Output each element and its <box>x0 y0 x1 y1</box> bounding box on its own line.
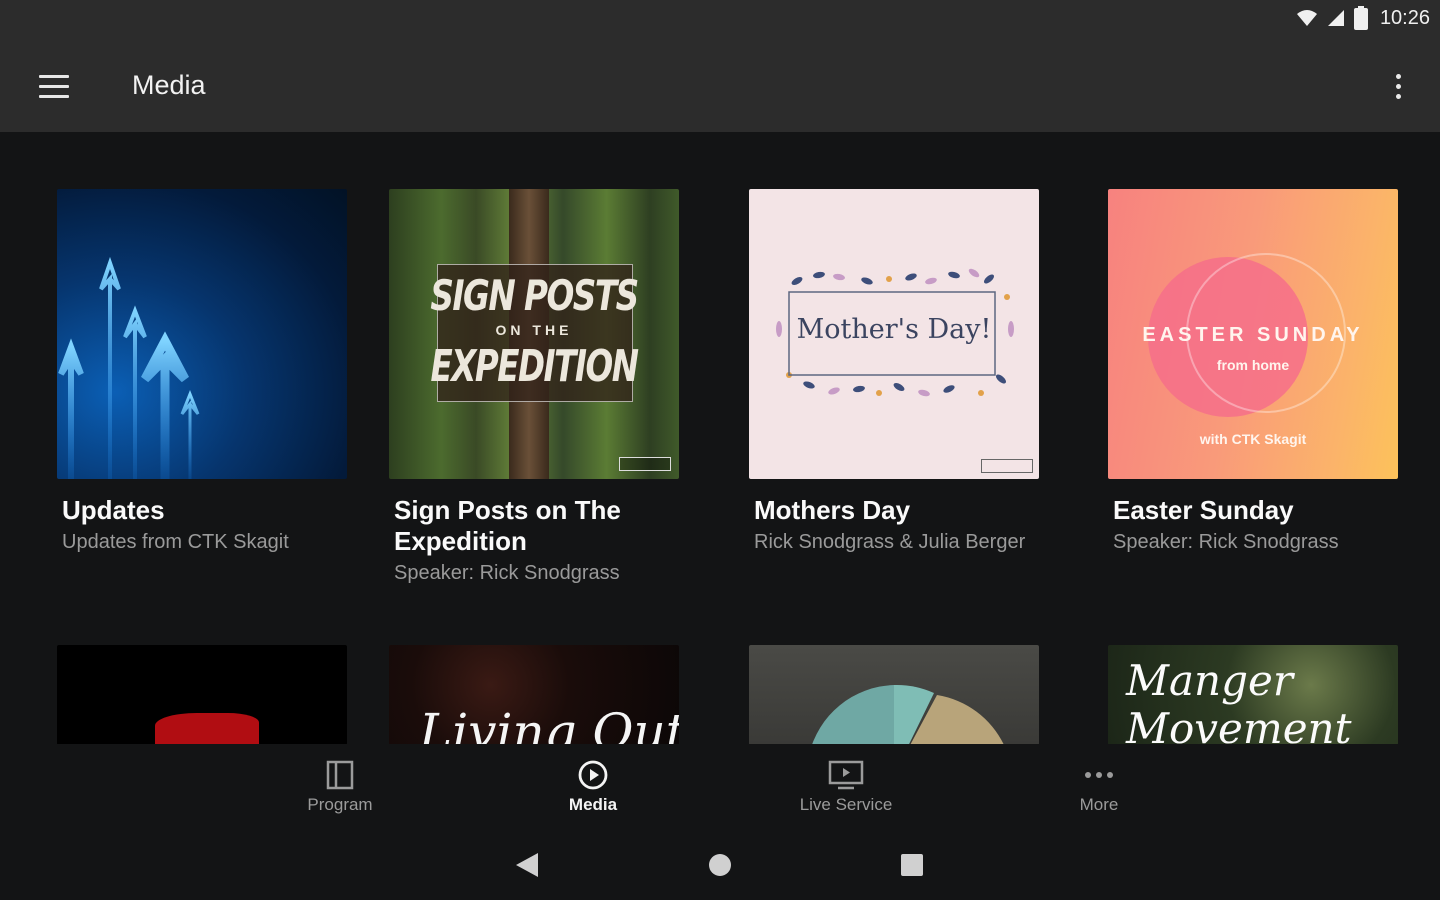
sign-text-1: SIGN POSTS <box>430 271 639 320</box>
card-thumbnail <box>57 189 347 479</box>
pie-graphic-icon <box>812 684 1004 744</box>
card-subtitle: Rick Snodgrass & Julia Berger <box>754 531 1026 553</box>
card-thumbnail <box>749 645 1039 744</box>
manger-art-text: Manger Movement <box>1126 656 1352 745</box>
home-circle-icon[interactable] <box>705 850 735 880</box>
media-card-row2-2[interactable]: Living Out <box>389 645 679 744</box>
media-card-row2-3[interactable] <box>749 645 1039 744</box>
back-triangle-icon[interactable] <box>512 850 542 880</box>
sign-text-2: ON THE <box>495 322 573 338</box>
battery-icon <box>1353 6 1368 30</box>
church-logo <box>619 457 671 471</box>
arrows-up-icon <box>58 256 200 479</box>
card-thumbnail: SIGN POSTS ON THE EXPEDITION <box>389 189 679 479</box>
page-title: Media <box>132 70 206 100</box>
system-navigation-bar <box>0 830 1440 900</box>
nav-item-media[interactable]: Media <box>518 758 668 815</box>
overflow-menu-icon[interactable] <box>1386 68 1410 104</box>
easter-art-title: EASTER SUNDAY <box>1142 324 1364 346</box>
card-subtitle: Speaker: Rick Snodgrass <box>1113 531 1339 553</box>
card-thumbnail: EASTER SUNDAY from home with CTK Skagit <box>1108 189 1398 479</box>
book-icon <box>326 760 354 790</box>
media-card-updates[interactable]: Updates Updates from CTK Skagit <box>57 189 347 558</box>
easter-art-sub: from home <box>1216 357 1290 373</box>
card-title: Mothers Day <box>754 495 911 525</box>
media-card-mothers-day[interactable]: Mother's Day! Mothers Day Rick Snodgrass… <box>749 189 1039 558</box>
cell-signal-icon <box>1327 10 1344 26</box>
nav-label: Program <box>307 795 373 814</box>
wifi-icon <box>1296 10 1317 26</box>
living-out-art-text: Living Out <box>419 703 679 744</box>
media-card-easter-sunday[interactable]: EASTER SUNDAY from home with CTK Skagit … <box>1108 189 1398 558</box>
play-circle-icon <box>578 760 608 790</box>
easter-art-footer: with CTK Skagit <box>1199 431 1307 447</box>
card-thumbnail: Manger Movement <box>1108 645 1398 744</box>
nav-item-live-service[interactable]: Live Service <box>771 758 921 815</box>
status-bar: 10:26 <box>0 0 1440 40</box>
more-horizontal-icon <box>1085 772 1113 778</box>
nav-item-program[interactable]: Program <box>265 758 415 815</box>
status-icons: 10:26 <box>1296 6 1430 30</box>
recents-square-icon[interactable] <box>897 850 927 880</box>
media-card-row2-4[interactable]: Manger Movement <box>1108 645 1398 744</box>
bottom-navigation: Program Media Live Service More <box>0 744 1440 830</box>
nav-label: Live Service <box>799 795 893 814</box>
sign-text-3: EXPEDITION <box>430 341 639 392</box>
media-card-sign-posts[interactable]: SIGN POSTS ON THE EXPEDITION Sign Posts … <box>389 189 679 589</box>
app-bar: Media <box>0 40 1440 132</box>
nav-item-more[interactable]: More <box>1024 758 1174 815</box>
card-subtitle: Speaker: Rick Snodgrass <box>394 562 620 584</box>
card-thumbnail <box>57 645 347 744</box>
clock: 10:26 <box>1379 6 1430 29</box>
nav-label: More <box>1079 795 1119 814</box>
card-title: Easter Sunday <box>1113 495 1294 525</box>
media-grid: Updates Updates from CTK Skagit SIGN POS… <box>0 132 1440 744</box>
red-paint-stroke <box>155 713 259 744</box>
card-title: Updates <box>62 495 165 525</box>
card-subtitle: Updates from CTK Skagit <box>62 531 289 553</box>
tv-play-icon <box>828 760 864 790</box>
church-logo <box>981 459 1033 473</box>
card-thumbnail: Mother's Day! <box>749 189 1039 479</box>
mothers-day-art-text: Mother's Day! <box>796 314 992 345</box>
media-card-row2-1[interactable] <box>57 645 347 744</box>
card-title: Sign Posts on The Expedition <box>394 495 621 556</box>
card-thumbnail: Living Out <box>389 645 679 744</box>
nav-label: Media <box>568 795 618 814</box>
menu-icon[interactable] <box>30 66 78 106</box>
